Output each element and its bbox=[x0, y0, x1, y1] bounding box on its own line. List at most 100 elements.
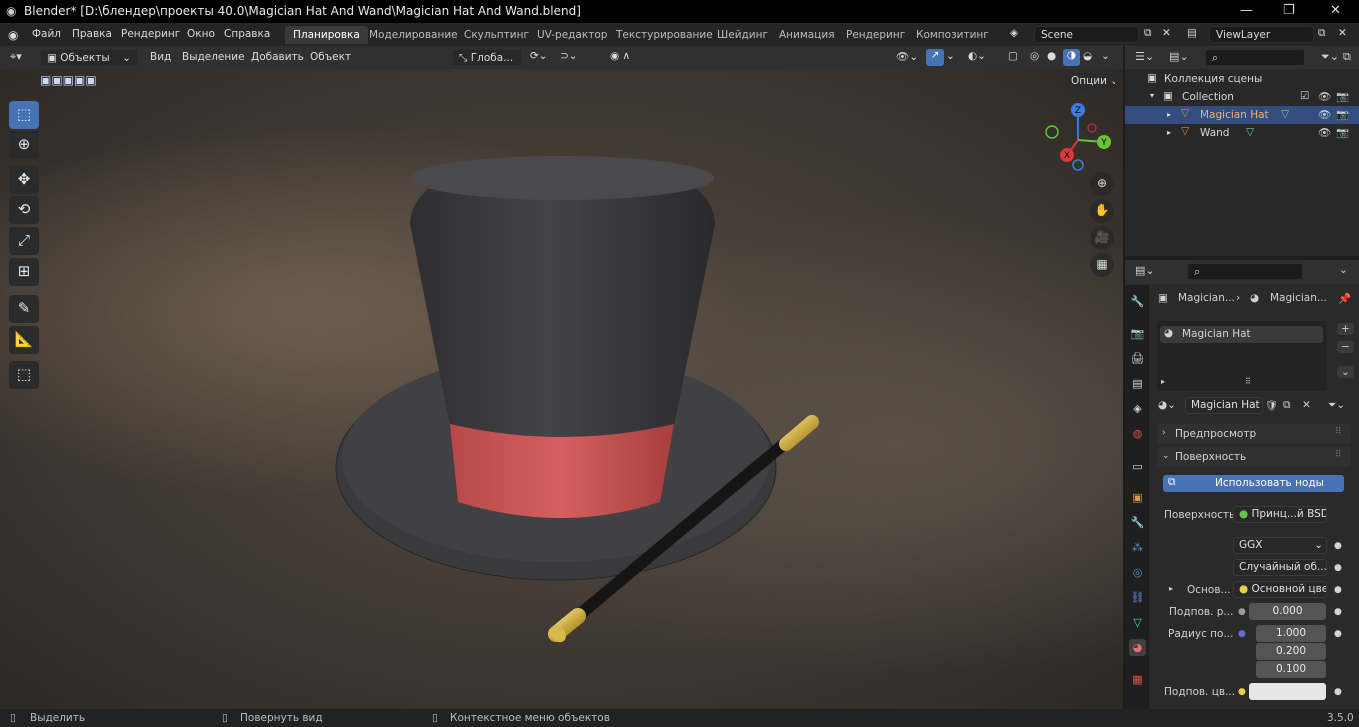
add-cube-tool[interactable]: ⬚ bbox=[9, 361, 39, 389]
filter-icon[interactable]: ⏷⌄ bbox=[1321, 50, 1339, 64]
snap-icon[interactable]: ⊃⌄ bbox=[560, 50, 578, 62]
outliner-item-magician-hat[interactable]: ▸ ▽ Magician Hat ▽ 👁 📷 bbox=[1125, 106, 1359, 124]
menu-add[interactable]: Добавить bbox=[251, 51, 304, 63]
selection-mode-icons[interactable]: ▣▣▣▣▣ bbox=[40, 73, 97, 87]
properties-options-icon[interactable]: ⌄ bbox=[1339, 264, 1348, 276]
render-camera-icon[interactable]: 📷 bbox=[1336, 108, 1349, 121]
display-mode-icon[interactable]: ▤⌄ bbox=[1169, 50, 1189, 63]
collection-row[interactable]: ▾ ▣ Collection ☑ 👁 📷 bbox=[1125, 88, 1359, 106]
menu-help[interactable]: Справка bbox=[224, 28, 270, 40]
radius-y-field[interactable]: 0.200 bbox=[1256, 643, 1326, 660]
grid-perspective-icon[interactable]: ▦ bbox=[1090, 253, 1114, 277]
xray-icon[interactable]: ▢ bbox=[1008, 50, 1018, 62]
keyframe-dot-icon[interactable]: ● bbox=[1334, 541, 1342, 551]
gizmo-dropdown-icon[interactable]: ⌄ bbox=[946, 50, 955, 62]
texture-tab-icon[interactable]: ▦ bbox=[1129, 671, 1146, 688]
delete-view-layer-icon[interactable]: ✕ bbox=[1338, 27, 1347, 39]
material-preview-icon[interactable]: ◑ bbox=[1063, 49, 1080, 66]
transform-tool[interactable]: ⊞ bbox=[9, 258, 39, 286]
outliner-editor-icon[interactable]: ☰⌄ bbox=[1135, 50, 1154, 63]
data-tab-icon[interactable]: ▽ bbox=[1129, 614, 1146, 631]
eye-icon[interactable]: 👁 bbox=[1318, 126, 1331, 139]
scene-collection-row[interactable]: ▣ Коллекция сцены bbox=[1125, 70, 1359, 88]
keyframe-dot-icon[interactable]: ● bbox=[1334, 563, 1342, 573]
delete-scene-icon[interactable]: ✕ bbox=[1162, 27, 1171, 39]
rotate-tool[interactable]: ⟲ bbox=[9, 196, 39, 224]
breadcrumb-material[interactable]: Magician... bbox=[1270, 292, 1327, 304]
menu-object[interactable]: Объект bbox=[310, 51, 351, 63]
modifier-tab-icon[interactable]: 🔧 bbox=[1129, 514, 1146, 531]
solid-shading-icon[interactable]: ● bbox=[1047, 50, 1056, 62]
annotate-tool[interactable]: ✎ bbox=[9, 295, 39, 323]
wireframe-shading-icon[interactable]: ◎ bbox=[1030, 50, 1039, 62]
link-filter-icon[interactable]: ⏷⌄ bbox=[1328, 399, 1345, 412]
tab-layout[interactable]: Планировка bbox=[285, 26, 368, 44]
new-scene-icon[interactable]: ⧉ bbox=[1144, 27, 1152, 40]
tab-sculpting[interactable]: Скульптинг bbox=[456, 26, 537, 44]
properties-editor-icon[interactable]: ▤⌄ bbox=[1135, 264, 1155, 277]
checkbox-icon[interactable]: ☑ bbox=[1300, 90, 1309, 102]
rendered-shading-icon[interactable]: ◒ bbox=[1083, 50, 1092, 62]
scene-tab-icon[interactable]: ◈ bbox=[1129, 400, 1146, 417]
scale-tool[interactable]: ⤢ bbox=[9, 227, 39, 255]
physics-tab-icon[interactable]: ◎ bbox=[1129, 564, 1146, 581]
add-slot-button[interactable]: + bbox=[1337, 323, 1354, 335]
expand-icon[interactable]: ▸ bbox=[1169, 584, 1173, 593]
mesh-data-icon[interactable]: ▽ bbox=[1246, 126, 1254, 138]
preview-panel-header[interactable]: › Предпросмотр ⠿ bbox=[1157, 424, 1351, 444]
menu-file[interactable]: Файл bbox=[32, 28, 61, 40]
scene-icon[interactable]: ◈ bbox=[1010, 27, 1018, 39]
expand-icon[interactable]: ▸ bbox=[1161, 377, 1165, 386]
tab-animation[interactable]: Анимация bbox=[771, 26, 843, 44]
collection-tab-icon[interactable]: ▭ bbox=[1129, 458, 1146, 475]
tab-shading[interactable]: Шейдинг bbox=[709, 26, 776, 44]
base-color-field[interactable]: ● Основной цвет bbox=[1233, 581, 1327, 598]
pin-icon[interactable]: 📌 bbox=[1338, 292, 1351, 305]
navigation-gizmo[interactable]: Z Y X bbox=[1040, 102, 1116, 172]
unlink-material-icon[interactable]: ✕ bbox=[1302, 399, 1311, 411]
mode-selector[interactable]: ▣ Объекты ⌄ bbox=[40, 49, 138, 66]
world-tab-icon[interactable]: ◍ bbox=[1129, 425, 1146, 442]
drag-handle-icon[interactable]: ⠿ bbox=[1335, 450, 1342, 460]
render-camera-icon[interactable]: 📷 bbox=[1336, 126, 1349, 139]
fake-user-icon[interactable]: 🛡 bbox=[1265, 399, 1278, 412]
subsurface-field[interactable]: 0.000 bbox=[1249, 603, 1326, 620]
keyframe-dot-icon[interactable]: ● bbox=[1334, 585, 1342, 595]
material-slot[interactable]: ◕ Magician Hat bbox=[1160, 326, 1323, 343]
expand-icon[interactable]: ▸ bbox=[1167, 110, 1171, 119]
subsurface-color-swatch[interactable] bbox=[1249, 683, 1326, 700]
properties-search-input[interactable]: ⌕ bbox=[1187, 263, 1303, 280]
hat-band[interactable] bbox=[450, 424, 674, 518]
subsurface-method-dropdown[interactable]: Случайный об... bbox=[1233, 559, 1327, 576]
particles-tab-icon[interactable]: ⁂ bbox=[1129, 539, 1146, 556]
overlays-icon[interactable]: ◐⌄ bbox=[968, 50, 986, 62]
new-view-layer-icon[interactable]: ⧉ bbox=[1318, 27, 1326, 40]
tool-tab-icon[interactable]: 🔧 bbox=[1129, 293, 1146, 310]
surface-panel-header[interactable]: ⌄ Поверхность ⠿ bbox=[1157, 447, 1351, 467]
eye-icon[interactable]: 👁 bbox=[1318, 90, 1331, 103]
constraints-tab-icon[interactable]: ⛓ bbox=[1129, 589, 1146, 606]
select-box-tool[interactable]: ⬚ bbox=[9, 101, 39, 129]
camera-icon[interactable]: 🎥 bbox=[1090, 226, 1114, 250]
menu-select[interactable]: Выделение bbox=[182, 51, 245, 63]
view-layer-icon[interactable]: ▤ bbox=[1187, 27, 1197, 39]
tab-uv-editing[interactable]: UV-редактор bbox=[529, 26, 615, 44]
proportional-edit-icon[interactable]: ◉ ∧ bbox=[610, 50, 630, 62]
minimize-button[interactable]: — bbox=[1240, 3, 1253, 18]
eye-icon[interactable]: 👁 bbox=[1318, 108, 1331, 121]
options-button[interactable]: Опции ⌄ bbox=[1064, 72, 1116, 90]
expand-icon[interactable]: ▾ bbox=[1150, 91, 1154, 100]
menu-window[interactable]: Окно bbox=[187, 28, 215, 40]
keyframe-dot-icon[interactable]: ● bbox=[1334, 687, 1342, 697]
transform-orientation[interactable]: ⤡ Глоба... bbox=[452, 49, 522, 66]
move-tool[interactable]: ✥ bbox=[9, 166, 39, 194]
tab-compositing[interactable]: Композитинг bbox=[908, 26, 997, 44]
tab-modeling[interactable]: Моделирование bbox=[361, 26, 466, 44]
menu-render[interactable]: Рендеринг bbox=[121, 28, 180, 40]
close-button[interactable]: ✕ bbox=[1330, 3, 1341, 18]
visibility-icon[interactable]: 👁⌄ bbox=[896, 50, 918, 63]
breadcrumb-object[interactable]: Magician... bbox=[1178, 292, 1235, 304]
cursor-tool[interactable]: ⊕ bbox=[9, 131, 39, 159]
hat-crown[interactable] bbox=[410, 158, 715, 441]
render-camera-icon[interactable]: 📷 bbox=[1336, 90, 1349, 103]
